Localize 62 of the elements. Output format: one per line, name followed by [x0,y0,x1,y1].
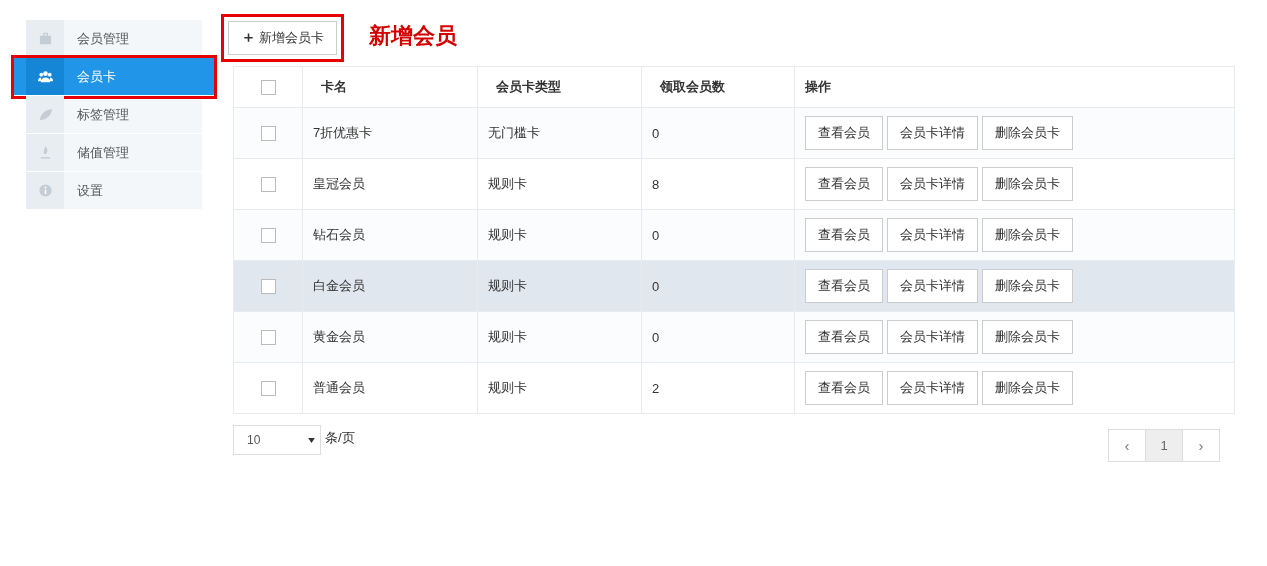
table-cell: 0 [652,227,660,243]
checkbox[interactable] [260,330,276,346]
next-page-button[interactable]: › [1182,429,1220,462]
table-cell: 2 [652,380,660,396]
column-header: 操作 [805,79,831,94]
delete-card-button[interactable]: 删除会员卡 [982,218,1073,252]
card-details-button[interactable]: 会员卡详情 [887,116,978,150]
table-cell: 7折优惠卡 [313,125,373,140]
sidebar-item[interactable]: 设置 [26,172,202,210]
checkbox[interactable] [260,80,276,96]
view-members-button[interactable]: 查看会员 [805,218,883,252]
delete-card-button[interactable]: 删除会员卡 [982,371,1073,405]
caret-icon [308,437,315,443]
annotation-text: 新增会员 [369,21,457,50]
previous-page-button[interactable]: ‹ [1108,429,1146,462]
delete-card-button[interactable]: 删除会员卡 [982,269,1073,303]
view-members-button[interactable]: 查看会员 [805,269,883,303]
table-cell: 无门槛卡 [488,125,540,140]
table-cell: 普通会员 [313,380,365,395]
table-cell: 0 [652,278,660,294]
table-cell: 黄金会员 [313,329,365,344]
view-members-button[interactable]: 查看会员 [805,320,883,354]
table-cell: 规则卡 [488,380,527,395]
checkbox[interactable] [260,381,276,397]
table-cell: 8 [652,176,660,192]
users-icon [37,69,53,84]
page-size-label: 条/页 [325,429,355,447]
card-details-button[interactable]: 会员卡详情 [887,320,978,354]
delete-card-button[interactable]: 删除会员卡 [982,116,1073,150]
table-cell: 规则卡 [488,227,527,242]
table-cell: 0 [652,329,660,345]
view-members-button[interactable]: 查看会员 [805,167,883,201]
view-members-button[interactable]: 查看会员 [805,116,883,150]
briefcase-icon [37,31,53,46]
table-cell: 规则卡 [488,278,527,293]
table-cell: 钻石会员 [313,227,365,242]
card-details-button[interactable]: 会员卡详情 [887,167,978,201]
delete-card-button[interactable]: 删除会员卡 [982,167,1073,201]
sidebar-item[interactable]: 标签管理 [26,96,202,134]
leaf-icon [37,107,53,122]
checkbox[interactable] [260,279,276,295]
table-cell: 白金会员 [313,278,365,293]
card-details-button[interactable]: 会员卡详情 [887,371,978,405]
column-header: 领取会员数 [660,79,725,94]
page-button[interactable]: 1 [1145,429,1183,462]
table-cell: 0 [652,125,660,141]
card-details-button[interactable]: 会员卡详情 [887,269,978,303]
table-cell: 规则卡 [488,329,527,344]
info-icon [37,183,53,198]
checkbox[interactable] [260,126,276,142]
checkbox[interactable] [260,177,276,193]
page-size-select[interactable]: 10 [233,425,321,455]
column-header: 会员卡类型 [496,79,561,94]
add-card-button[interactable]: ＋ 新增会员卡 [228,20,337,55]
table-cell: 规则卡 [488,176,527,191]
sidebar-item[interactable]: 储值管理 [26,134,202,172]
card-details-button[interactable]: 会员卡详情 [887,218,978,252]
delete-card-button[interactable]: 删除会员卡 [982,320,1073,354]
table-cell: 皇冠会员 [313,176,365,191]
checkbox[interactable] [260,228,276,244]
view-members-button[interactable]: 查看会员 [805,371,883,405]
column-header: 卡名 [321,79,347,94]
